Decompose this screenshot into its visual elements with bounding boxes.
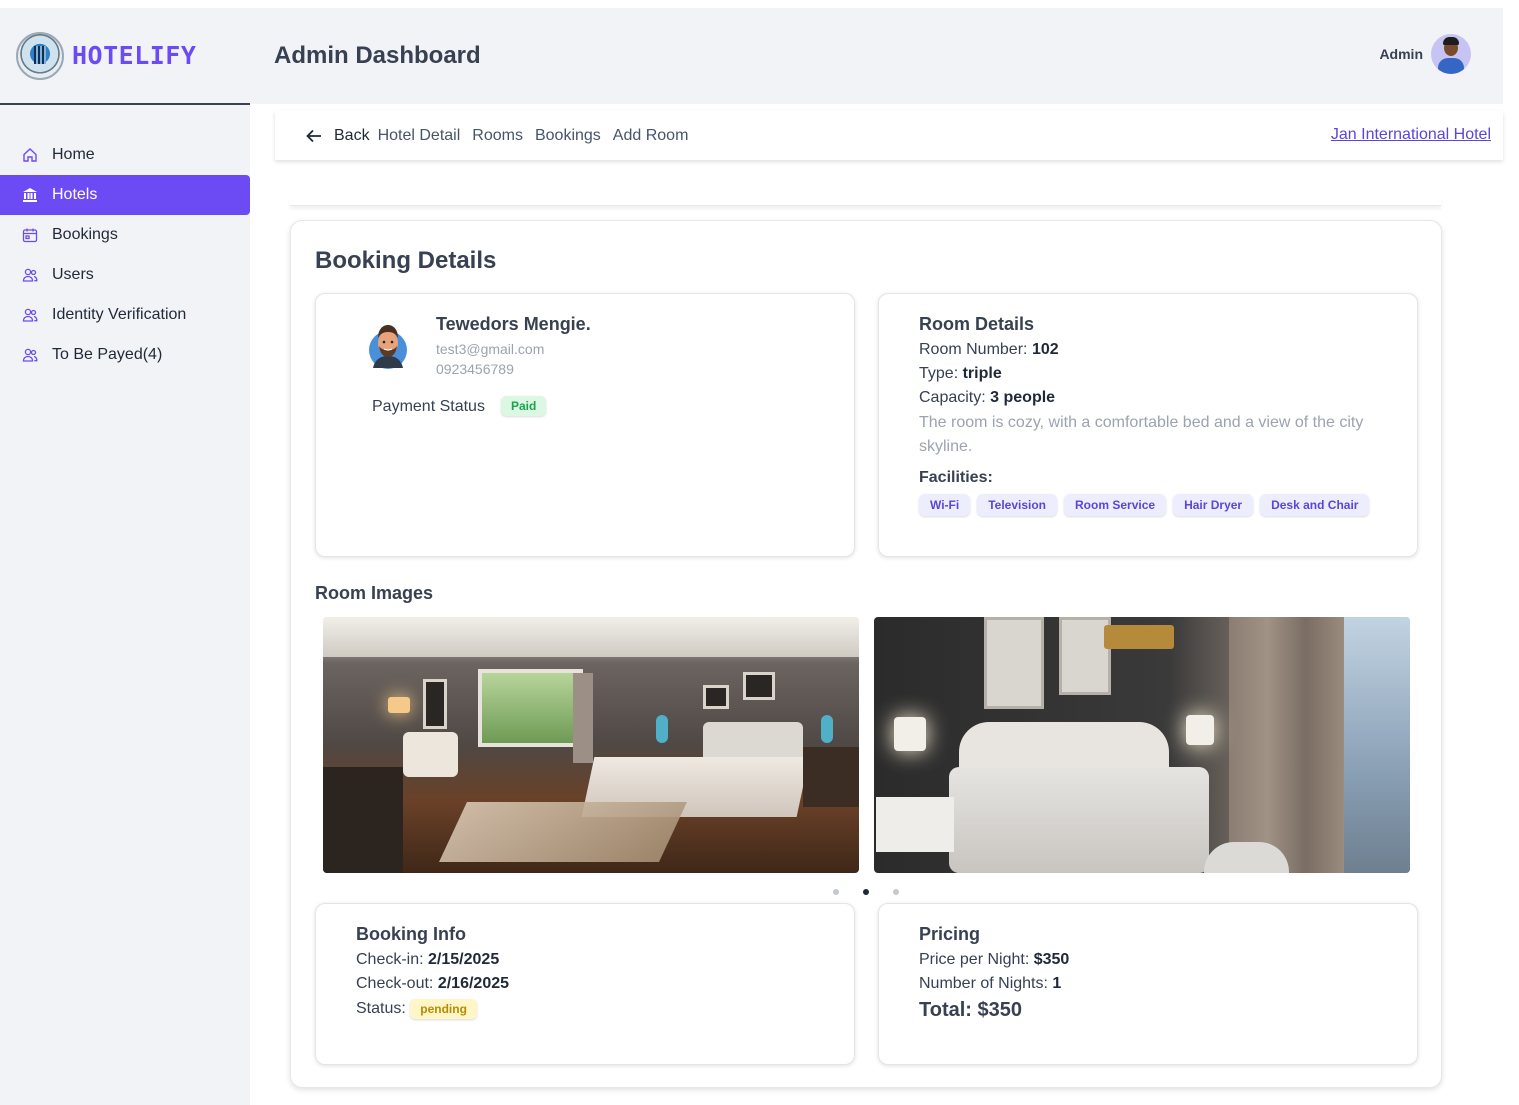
brand-name: HOTELIFY — [72, 41, 197, 70]
total-price: Total: $350 — [919, 999, 1022, 1021]
price-per-night: Price per Night: $350 — [919, 951, 1070, 968]
booking-details-card: Booking Details Tewedors Mengie. test3@g… — [290, 220, 1442, 1088]
user-label: Admin — [1379, 46, 1423, 62]
sidebar-item-label: Identity Verification — [52, 306, 187, 323]
hotel-name-link[interactable]: Jan International Hotel — [1331, 126, 1491, 144]
divider — [290, 196, 1441, 206]
checkout: Check-out: 2/16/2025 — [356, 975, 510, 992]
hotel-logo-icon — [16, 31, 64, 80]
tab-bookings[interactable]: Bookings — [535, 127, 601, 145]
facility-tag: Hair Dryer — [1173, 494, 1254, 516]
sidebar-item-label: Bookings — [52, 226, 118, 243]
pricing-panel: Pricing Price per Night: $350 Number of … — [878, 903, 1418, 1065]
guest-panel: Tewedors Mengie. test3@gmail.com 0923456… — [315, 293, 855, 557]
guest-phone: 0923456789 — [436, 361, 514, 377]
users-icon — [22, 347, 38, 363]
guest-email: test3@gmail.com — [436, 341, 545, 357]
facility-tag: Desk and Chair — [1260, 494, 1370, 516]
sidebar-item-label: Users — [52, 266, 94, 283]
status-badge: pending — [410, 999, 477, 1019]
room-details-panel: Room Details Room Number: 102 Type: trip… — [878, 293, 1418, 557]
app: HOTELIFY Home Hotels Bookings Users Iden… — [0, 0, 1519, 1105]
sidebar-item-label: To Be Payed(4) — [52, 346, 163, 363]
sidebar-item-home[interactable]: Home — [0, 135, 250, 175]
carousel-dot-active[interactable] — [863, 889, 869, 895]
room-details-heading: Room Details — [919, 314, 1035, 334]
tab-rooms[interactable]: Rooms — [472, 127, 523, 145]
room-type: Type: triple — [919, 365, 1002, 382]
users-icon — [22, 307, 38, 323]
avatar[interactable] — [1431, 34, 1471, 74]
pricing-heading: Pricing — [919, 924, 981, 944]
payment-status-badge: Paid — [501, 396, 547, 416]
facilities-heading: Facilities: — [919, 469, 993, 486]
user-menu[interactable]: Admin — [1379, 34, 1471, 74]
booking-status: Status: pending — [356, 999, 477, 1019]
bank-icon — [22, 187, 38, 203]
sidebar-item-hotels[interactable]: Hotels — [0, 175, 250, 215]
sidebar-nav: Home Hotels Bookings Users Identity Veri… — [0, 135, 250, 375]
home-icon — [22, 147, 38, 163]
sidebar-item-bookings[interactable]: Bookings — [0, 215, 250, 255]
facility-tag: Television — [977, 494, 1058, 516]
facilities-list: Wi-Fi Television Room Service Hair Dryer… — [919, 494, 1376, 516]
carousel-dot[interactable] — [833, 889, 839, 895]
facility-tag: Wi-Fi — [919, 494, 971, 516]
sidebar-item-label: Hotels — [52, 186, 98, 203]
arrow-left-icon[interactable] — [305, 127, 323, 145]
users-icon — [22, 267, 38, 283]
room-image-2[interactable] — [874, 617, 1410, 873]
back-link[interactable]: Back — [334, 127, 370, 145]
room-capacity: Capacity: 3 people — [919, 389, 1056, 406]
booking-info-heading: Booking Info — [356, 924, 466, 944]
room-images-title: Room Images — [315, 583, 434, 603]
carousel-dot[interactable] — [893, 889, 899, 895]
guest-name: Tewedors Mengie. — [436, 314, 591, 334]
carousel-dots — [833, 889, 923, 895]
payment-status-label: Payment Status — [372, 398, 485, 415]
sidebar: HOTELIFY Home Hotels Bookings Users Iden… — [0, 8, 250, 1105]
tab-hotel-detail[interactable]: Hotel Detail — [378, 127, 461, 145]
room-number: Room Number: 102 — [919, 341, 1059, 358]
booking-info-panel: Booking Info Check-in: 2/15/2025 Check-o… — [315, 903, 855, 1065]
sidebar-item-users[interactable]: Users — [0, 255, 250, 295]
booking-details-title: Booking Details — [315, 247, 497, 274]
facility-tag: Room Service — [1064, 494, 1167, 516]
calendar-icon — [22, 227, 38, 243]
room-description: The room is cozy, with a comfortable bed… — [919, 414, 1364, 455]
tab-add-room[interactable]: Add Room — [613, 127, 689, 145]
page-title: Admin Dashboard — [274, 42, 481, 69]
sidebar-item-to-be-payed[interactable]: To Be Payed(4) — [0, 335, 250, 375]
room-image-1[interactable] — [323, 617, 859, 873]
brand[interactable]: HOTELIFY — [0, 8, 250, 105]
hotel-subnav: Back Hotel Detail Rooms Bookings Add Roo… — [275, 111, 1503, 160]
sidebar-item-label: Home — [52, 146, 95, 163]
sidebar-item-identity-verification[interactable]: Identity Verification — [0, 295, 250, 335]
number-of-nights: Number of Nights: 1 — [919, 975, 1062, 992]
guest-avatar — [369, 325, 407, 369]
checkin: Check-in: 2/15/2025 — [356, 951, 500, 968]
top-header: Admin Dashboard Admin — [250, 8, 1503, 104]
